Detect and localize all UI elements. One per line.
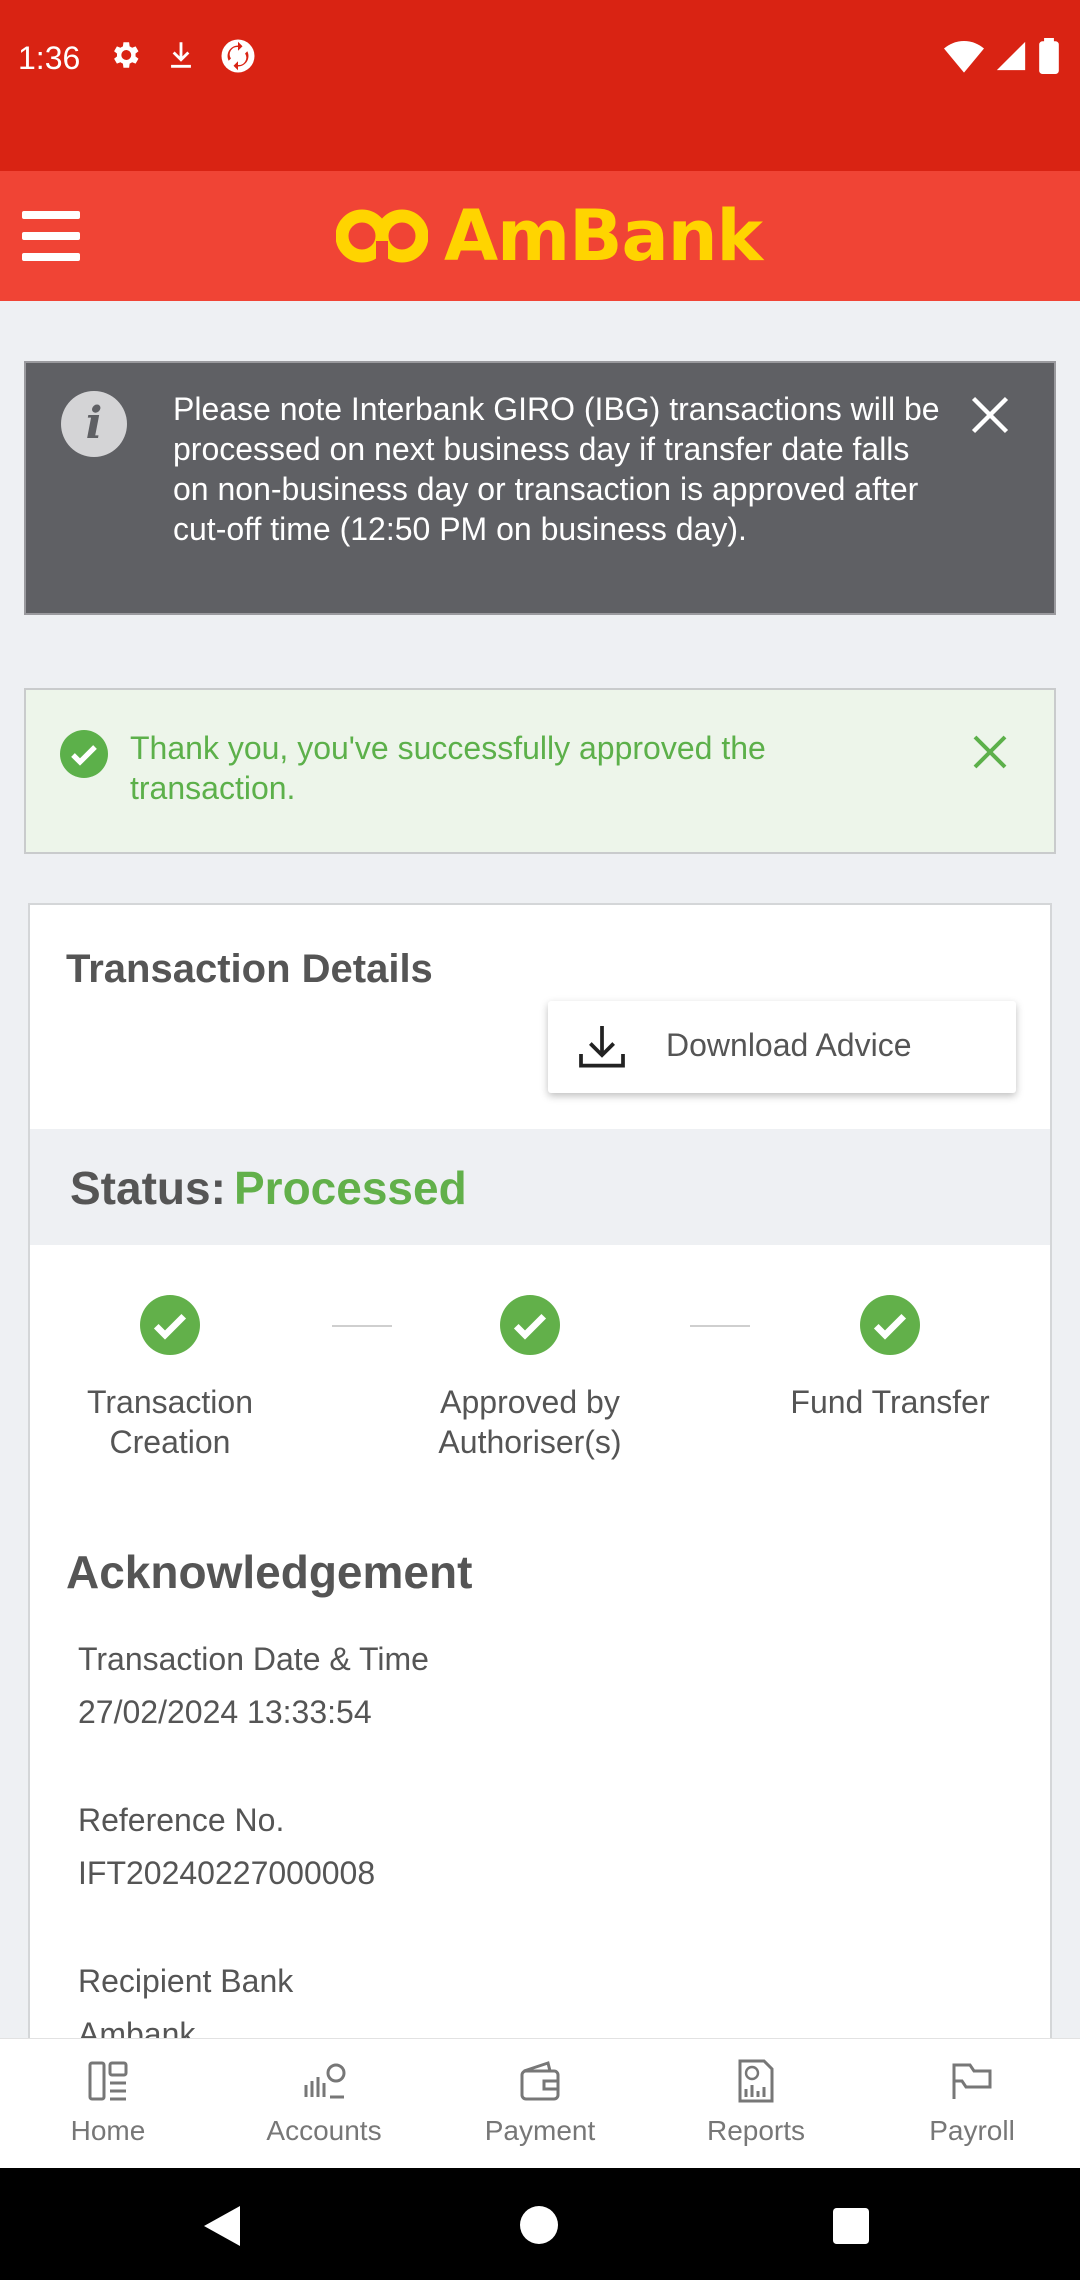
field-reference-no: Reference No. IFT20240227000008 — [78, 1802, 375, 1892]
app-bar: AmBank — [0, 171, 1080, 301]
nav-home[interactable]: Home — [0, 2057, 216, 2147]
nav-label: Payment — [484, 2115, 596, 2146]
wifi-icon — [944, 41, 984, 73]
success-banner: Thank you, you've successfully approved … — [24, 688, 1056, 854]
download-icon — [579, 1026, 625, 1068]
close-icon[interactable] — [970, 732, 1010, 772]
home-button-icon[interactable] — [520, 2206, 558, 2244]
brand-name: AmBank — [444, 195, 763, 277]
field-value: IFT20240227000008 — [78, 1855, 376, 1891]
step-approved-by-authorisers: Approved by Authoriser(s) — [400, 1295, 660, 1462]
menu-icon[interactable] — [22, 211, 80, 261]
step-label: Fund Transfer — [790, 1384, 990, 1420]
accounts-icon — [304, 2063, 346, 2099]
step-label: Approved by Authoriser(s) — [438, 1384, 622, 1460]
field-transaction-date-time: Transaction Date & Time 27/02/2024 13:33… — [78, 1641, 429, 1731]
sync-icon — [221, 39, 255, 73]
info-icon: i — [61, 391, 127, 457]
check-circle-icon — [60, 730, 108, 778]
success-banner-text: Thank you, you've successfully approved … — [130, 730, 766, 806]
ambank-logo-mark — [336, 209, 428, 265]
download-icon — [171, 42, 191, 68]
ambank-logo: AmBank — [336, 195, 763, 277]
field-value: 27/02/2024 13:33:54 — [78, 1694, 372, 1730]
settings-icon — [114, 42, 139, 68]
payroll-icon — [952, 2063, 992, 2099]
check-circle-icon — [500, 1295, 560, 1355]
check-circle-icon — [140, 1295, 200, 1355]
battery-icon — [1039, 38, 1059, 74]
status-time: 1:36 — [18, 40, 81, 76]
status-bar: 1:36 — [0, 0, 1080, 171]
info-banner: i Please note Interbank GIRO (IBG) trans… — [24, 361, 1056, 615]
field-label: Recipient Bank — [78, 1963, 294, 1999]
nav-label: Home — [70, 2115, 146, 2146]
reports-icon — [738, 2059, 774, 2103]
field-label: Reference No. — [78, 1802, 285, 1838]
step-fund-transfer: Fund Transfer — [760, 1295, 1020, 1422]
check-circle-icon — [860, 1295, 920, 1355]
status-value: Processed — [234, 1162, 467, 1214]
nav-accounts[interactable]: Accounts — [216, 2057, 432, 2147]
step-connector — [690, 1325, 750, 1327]
transaction-details-card: Transaction Details Download Advice Stat… — [28, 903, 1052, 2043]
close-icon[interactable] — [968, 393, 1012, 437]
field-label: Transaction Date & Time — [78, 1641, 429, 1677]
card-title: Transaction Details — [66, 947, 433, 991]
field-recipient-bank: Recipient Bank Ambank — [78, 1963, 294, 2041]
nav-reports[interactable]: Reports — [648, 2057, 864, 2147]
wallet-icon — [520, 2061, 560, 2101]
nav-label: Reports — [706, 2115, 806, 2146]
signal-icon — [996, 41, 1026, 71]
nav-label: Payroll — [929, 2115, 1015, 2146]
status-label: Status: — [70, 1162, 226, 1214]
download-advice-label: Download Advice — [666, 1027, 912, 1063]
back-icon[interactable] — [204, 2206, 240, 2246]
acknowledgement-title: Acknowledgement — [66, 1546, 473, 1598]
nav-label: Accounts — [266, 2115, 382, 2146]
status-row: Status: Processed — [30, 1129, 1050, 1245]
recents-icon[interactable] — [833, 2208, 869, 2244]
download-advice-button[interactable]: Download Advice — [548, 1001, 1016, 1093]
nav-payment[interactable]: Payment — [432, 2057, 648, 2147]
step-transaction-creation: Transaction Creation — [40, 1295, 300, 1462]
info-banner-text: Please note Interbank GIRO (IBG) transac… — [173, 391, 940, 547]
bottom-nav: Home Accounts Payment Reports Payroll — [0, 2038, 1080, 2168]
system-nav-bar — [0, 2168, 1080, 2280]
step-connector — [332, 1325, 392, 1327]
home-icon — [88, 2061, 128, 2101]
step-label: Transaction Creation — [87, 1384, 253, 1460]
nav-payroll[interactable]: Payroll — [864, 2057, 1080, 2147]
